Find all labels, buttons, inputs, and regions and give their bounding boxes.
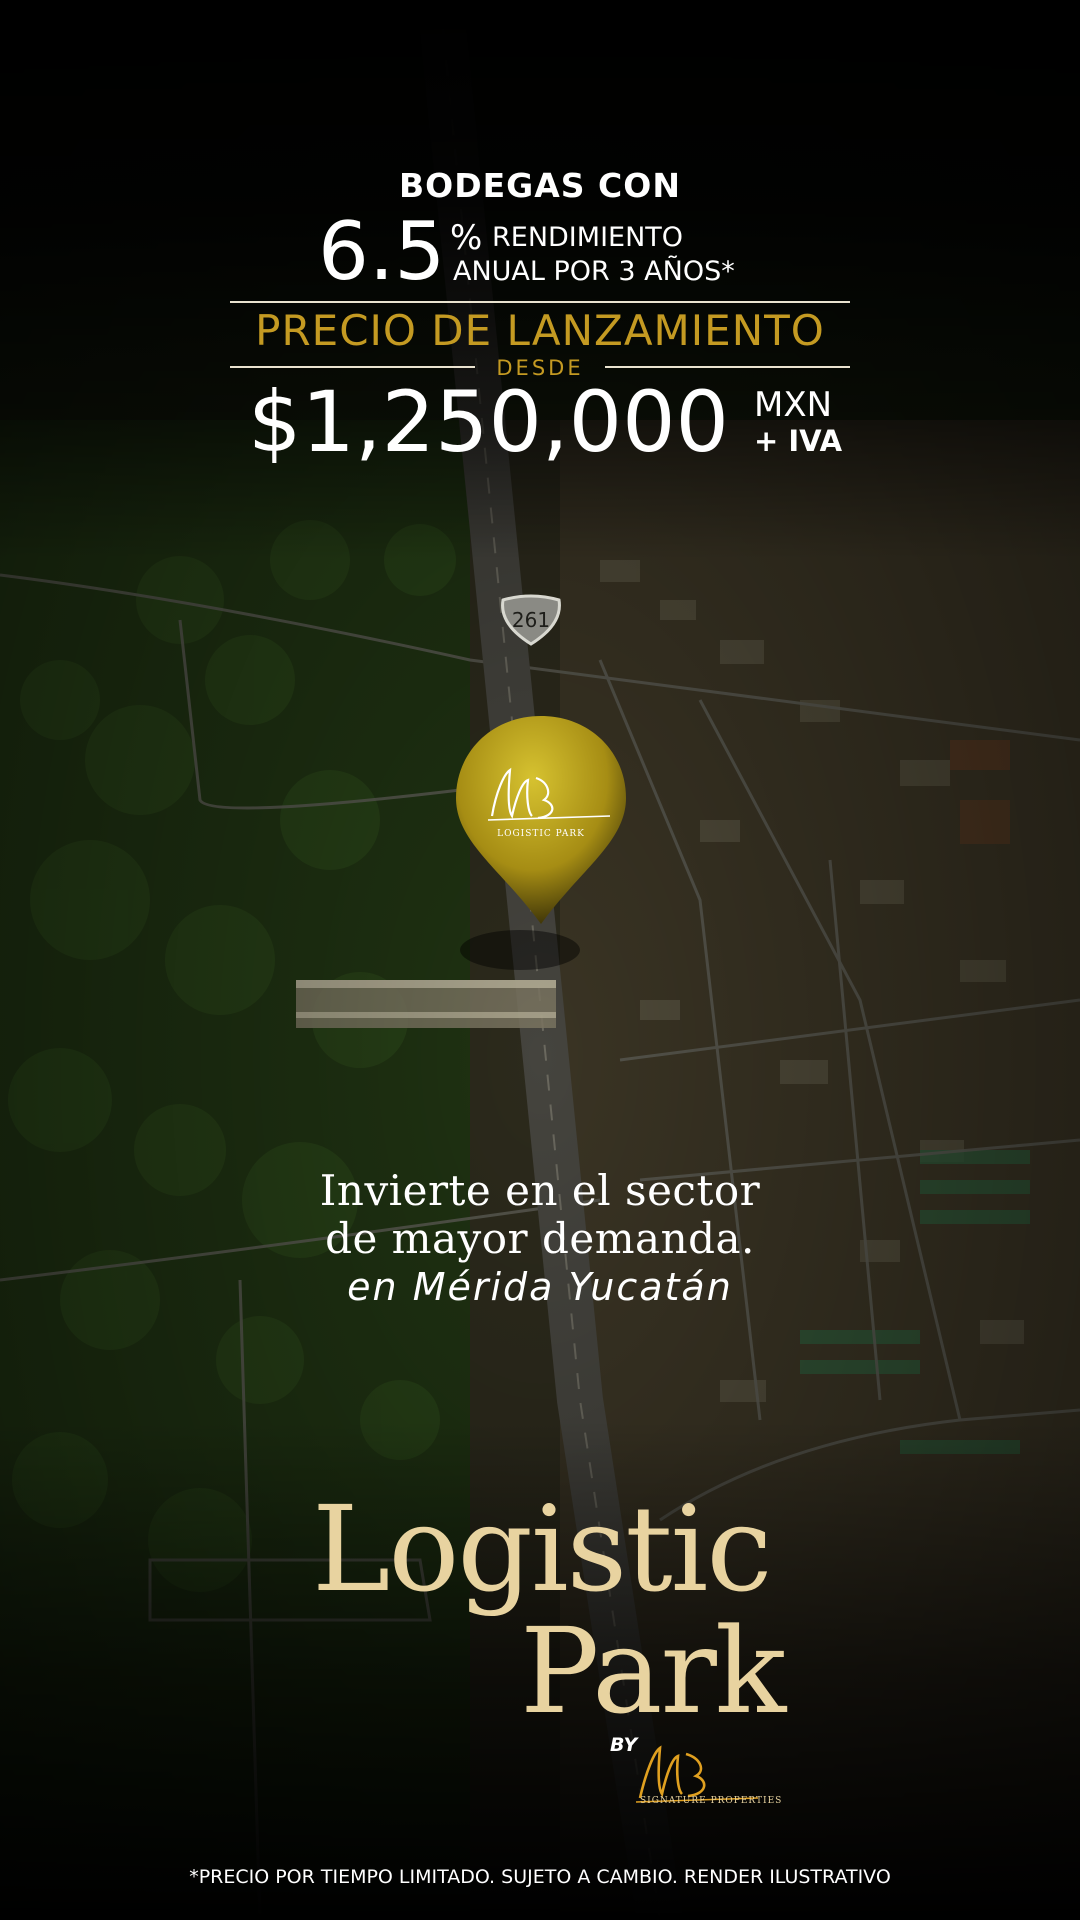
launch-price-title: PRECIO DE LANZAMIENTO [255,306,825,355]
legal-disclaimer: *PRECIO POR TIEMPO LIMITADO. SUJETO A CA… [189,1866,891,1888]
launch-price-value: $1,250,000 [248,373,729,471]
tagline-location: en Mérida Yucatán [347,1265,733,1309]
poster: BODEGAS CON 6.5 % RENDIMIENTO ANUAL POR … [0,0,1080,1920]
yield-rate-percent-symbol: % [450,218,483,258]
brand-name-line1: Logistic [312,1480,772,1618]
headline-eyebrow: BODEGAS CON [399,166,681,205]
map-pin-icon: LOGISTIC PARK [456,716,626,924]
route-shield-number: 261 [512,608,550,632]
signature-properties-caption: SIGNATURE PROPERTIES [640,1796,783,1806]
divider-right [605,366,850,368]
price-tax-note: + IVA [754,424,843,458]
price-currency: MXN [754,385,833,425]
brand-name-line2: Park [520,1602,786,1740]
pin-logo-caption: LOGISTIC PARK [497,829,585,839]
yield-rate-value: 6.5 [318,205,446,298]
tagline-line1: Invierte en el sector [319,1166,761,1215]
divider-top [230,301,850,303]
yield-label-line2: ANUAL POR 3 AÑOS* [453,256,735,287]
tagline-line2: de mayor demanda. [325,1214,755,1263]
yield-label-line1: RENDIMIENTO [492,222,684,253]
route-shield-icon: 261 [501,594,561,646]
